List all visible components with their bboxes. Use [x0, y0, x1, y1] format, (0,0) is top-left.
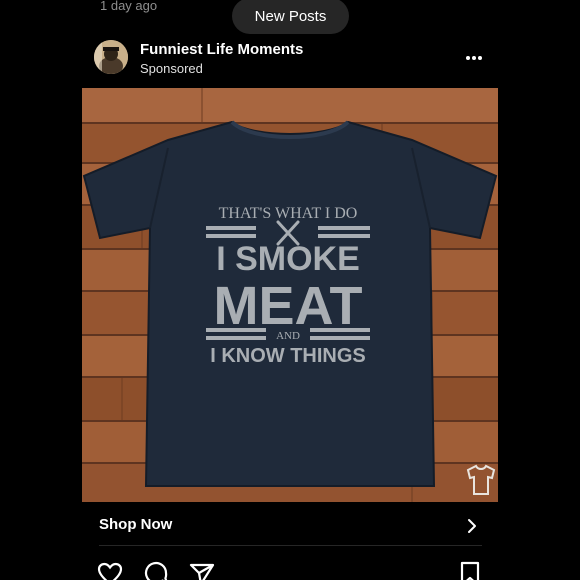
account-name[interactable]: Funniest Life Moments	[140, 41, 303, 58]
shirt-text-line5: I KNOW THINGS	[210, 345, 366, 367]
sponsored-label: Sponsored	[140, 61, 203, 76]
tshirt-product-image: THAT'S WHAT I DO I SMOKE MEAT AND I KNOW…	[82, 88, 498, 502]
feed-screen: 1 day ago New Posts Funniest Life Moment…	[0, 0, 580, 580]
post-image[interactable]: THAT'S WHAT I DO I SMOKE MEAT AND I KNOW…	[82, 88, 498, 502]
shirt-text-line4: AND	[276, 330, 300, 342]
save-button[interactable]	[456, 560, 484, 580]
paper-plane-icon	[189, 563, 215, 580]
shirt-text-line1: THAT'S WHAT I DO	[219, 205, 358, 222]
avatar[interactable]	[94, 40, 128, 74]
comment-button[interactable]	[142, 560, 170, 580]
post-header: Funniest Life Moments Sponsored	[94, 40, 494, 80]
post-actions	[96, 560, 488, 580]
comment-icon	[144, 561, 168, 580]
shirt-text-line3: MEAT	[214, 276, 363, 336]
heart-icon	[97, 562, 123, 580]
more-horizontal-icon	[466, 56, 482, 60]
shop-now-button[interactable]: Shop Now	[99, 507, 482, 546]
chevron-right-icon	[468, 519, 476, 533]
previous-post-timestamp: 1 day ago	[100, 0, 158, 13]
shop-now-label: Shop Now	[99, 516, 173, 533]
share-button[interactable]	[188, 560, 216, 580]
new-posts-button[interactable]: New Posts	[232, 0, 349, 34]
like-button[interactable]	[96, 560, 124, 580]
avatar-image	[94, 40, 128, 74]
more-options-button[interactable]	[460, 48, 488, 68]
bookmark-icon	[460, 561, 480, 580]
shirt-text-line2: I SMOKE	[216, 240, 360, 278]
